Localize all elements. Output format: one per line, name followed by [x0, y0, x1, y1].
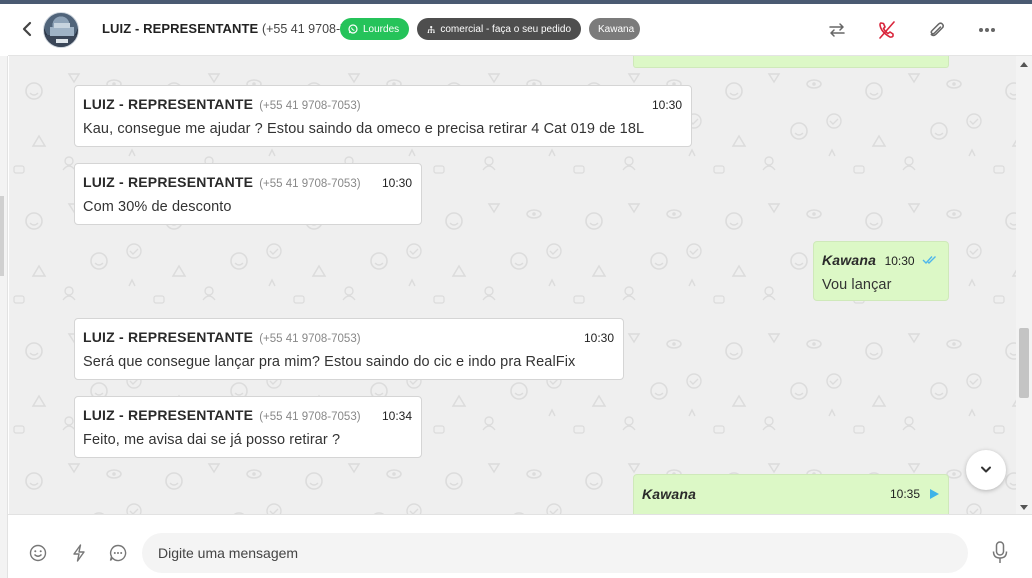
message-sender-phone: (+55 41 9708-7053)	[259, 178, 361, 190]
previous-message-stub	[633, 56, 949, 68]
more-options-button[interactable]	[975, 18, 999, 42]
message-header: LUIZ - REPRESENTANTE (+55 41 9708-7053)	[83, 96, 683, 114]
scroll-to-bottom-button[interactable]	[966, 450, 1006, 490]
message-composer	[8, 514, 1032, 578]
tag-lourdes[interactable]: Lourdes	[340, 18, 409, 40]
message-outgoing[interactable]: Kawana 10:35	[633, 474, 949, 514]
scroll-thumb[interactable]	[1019, 328, 1029, 398]
message-sender: LUIZ - REPRESENTANTE	[83, 407, 254, 423]
left-panel-edge	[0, 56, 8, 578]
chat-scrollbar[interactable]	[1016, 56, 1032, 514]
message-text: Kau, consegue me ajudar ? Estou saindo d…	[83, 121, 645, 137]
message-time: 10:30	[651, 98, 682, 112]
transfer-icon	[829, 23, 845, 37]
tag-label: Lourdes	[363, 23, 400, 35]
end-chat-button[interactable]	[875, 18, 899, 42]
contact-title: LUIZ - REPRESENTANTE (+55 41 9708-7053)	[102, 21, 372, 36]
scroll-up-arrow[interactable]	[1020, 62, 1028, 67]
emoji-icon	[29, 544, 47, 562]
sitemap-icon	[427, 25, 435, 33]
message-input[interactable]	[142, 533, 968, 573]
tag-label: Kawana	[598, 23, 635, 35]
message-incoming[interactable]: LUIZ - REPRESENTANTE (+55 41 9708-7053) 1…	[74, 396, 422, 458]
message-outgoing[interactable]: Kawana 10:30 Vou lançar	[813, 241, 949, 301]
more-icon	[979, 28, 995, 32]
templates-button[interactable]	[108, 543, 128, 563]
message-incoming[interactable]: LUIZ - REPRESENTANTE (+55 41 9708-7053) 1…	[74, 85, 692, 147]
emoji-button[interactable]	[28, 543, 48, 563]
contact-name: LUIZ - REPRESENTANTE	[102, 21, 259, 36]
message-header: LUIZ - REPRESENTANTE (+55 41 9708-7053)	[83, 174, 413, 192]
message-sender-phone: (+55 41 9708-7053)	[259, 100, 361, 112]
message-text: Com 30% de desconto	[83, 199, 232, 215]
message-header: Kawana 10:30	[822, 252, 940, 270]
message-text: Feito, me avisa dai se já posso retirar …	[83, 432, 341, 448]
message-sender-phone: (+55 41 9708-7053)	[259, 333, 361, 345]
tag-label: comercial - faça o seu pedido	[440, 23, 571, 35]
lightning-icon	[73, 544, 85, 562]
contact-avatar[interactable]	[43, 12, 79, 48]
message-list[interactable]: LUIZ - REPRESENTANTE (+55 41 9708-7053) 1…	[9, 56, 1016, 514]
message-sender: LUIZ - REPRESENTANTE	[83, 174, 254, 190]
read-ticks-icon	[922, 256, 937, 265]
scroll-down-arrow[interactable]	[1020, 505, 1028, 510]
back-button[interactable]	[20, 20, 34, 38]
whatsapp-icon	[348, 24, 358, 34]
message-text: Será que consegue lançar pra mim? Estou …	[83, 354, 576, 370]
message-incoming[interactable]: LUIZ - REPRESENTANTE (+55 41 9708-7053) 1…	[74, 163, 422, 225]
tag-agent[interactable]: Kawana	[589, 18, 640, 40]
message-header: LUIZ - REPRESENTANTE (+55 41 9708-7053)	[83, 329, 615, 347]
message-sender: Kawana	[822, 252, 877, 268]
attach-button[interactable]	[925, 18, 949, 42]
message-sender: LUIZ - REPRESENTANTE	[83, 96, 254, 112]
message-sender: LUIZ - REPRESENTANTE	[83, 329, 254, 345]
chat-bubble-icon	[109, 544, 127, 562]
transfer-button[interactable]	[825, 18, 849, 42]
paperclip-icon	[930, 22, 944, 37]
message-time: 10:30	[381, 176, 412, 190]
chevron-left-icon	[22, 21, 32, 37]
message-time: 10:30	[583, 331, 614, 345]
end-call-icon	[879, 21, 895, 39]
message-time: 10:35	[889, 487, 920, 501]
tag-department[interactable]: comercial - faça o seu pedido	[417, 18, 581, 40]
chevron-down-icon	[981, 466, 991, 473]
message-header: LUIZ - REPRESENTANTE (+55 41 9708-7053)	[83, 407, 413, 425]
message-text: Vou lançar	[822, 277, 892, 293]
message-incoming[interactable]: LUIZ - REPRESENTANTE (+55 41 9708-7053) 1…	[74, 318, 624, 380]
message-time: 10:34	[381, 409, 412, 423]
message-sender: Kawana	[642, 486, 697, 502]
voice-record-button[interactable]	[990, 541, 1010, 565]
quick-reply-button[interactable]	[69, 543, 89, 563]
play-icon[interactable]	[928, 488, 940, 500]
message-sender-phone: (+55 41 9708-7053)	[259, 411, 361, 423]
microphone-icon	[992, 541, 1008, 563]
chat-header: LUIZ - REPRESENTANTE (+55 41 9708-7053) …	[8, 4, 1032, 56]
message-time: 10:30	[884, 254, 915, 268]
